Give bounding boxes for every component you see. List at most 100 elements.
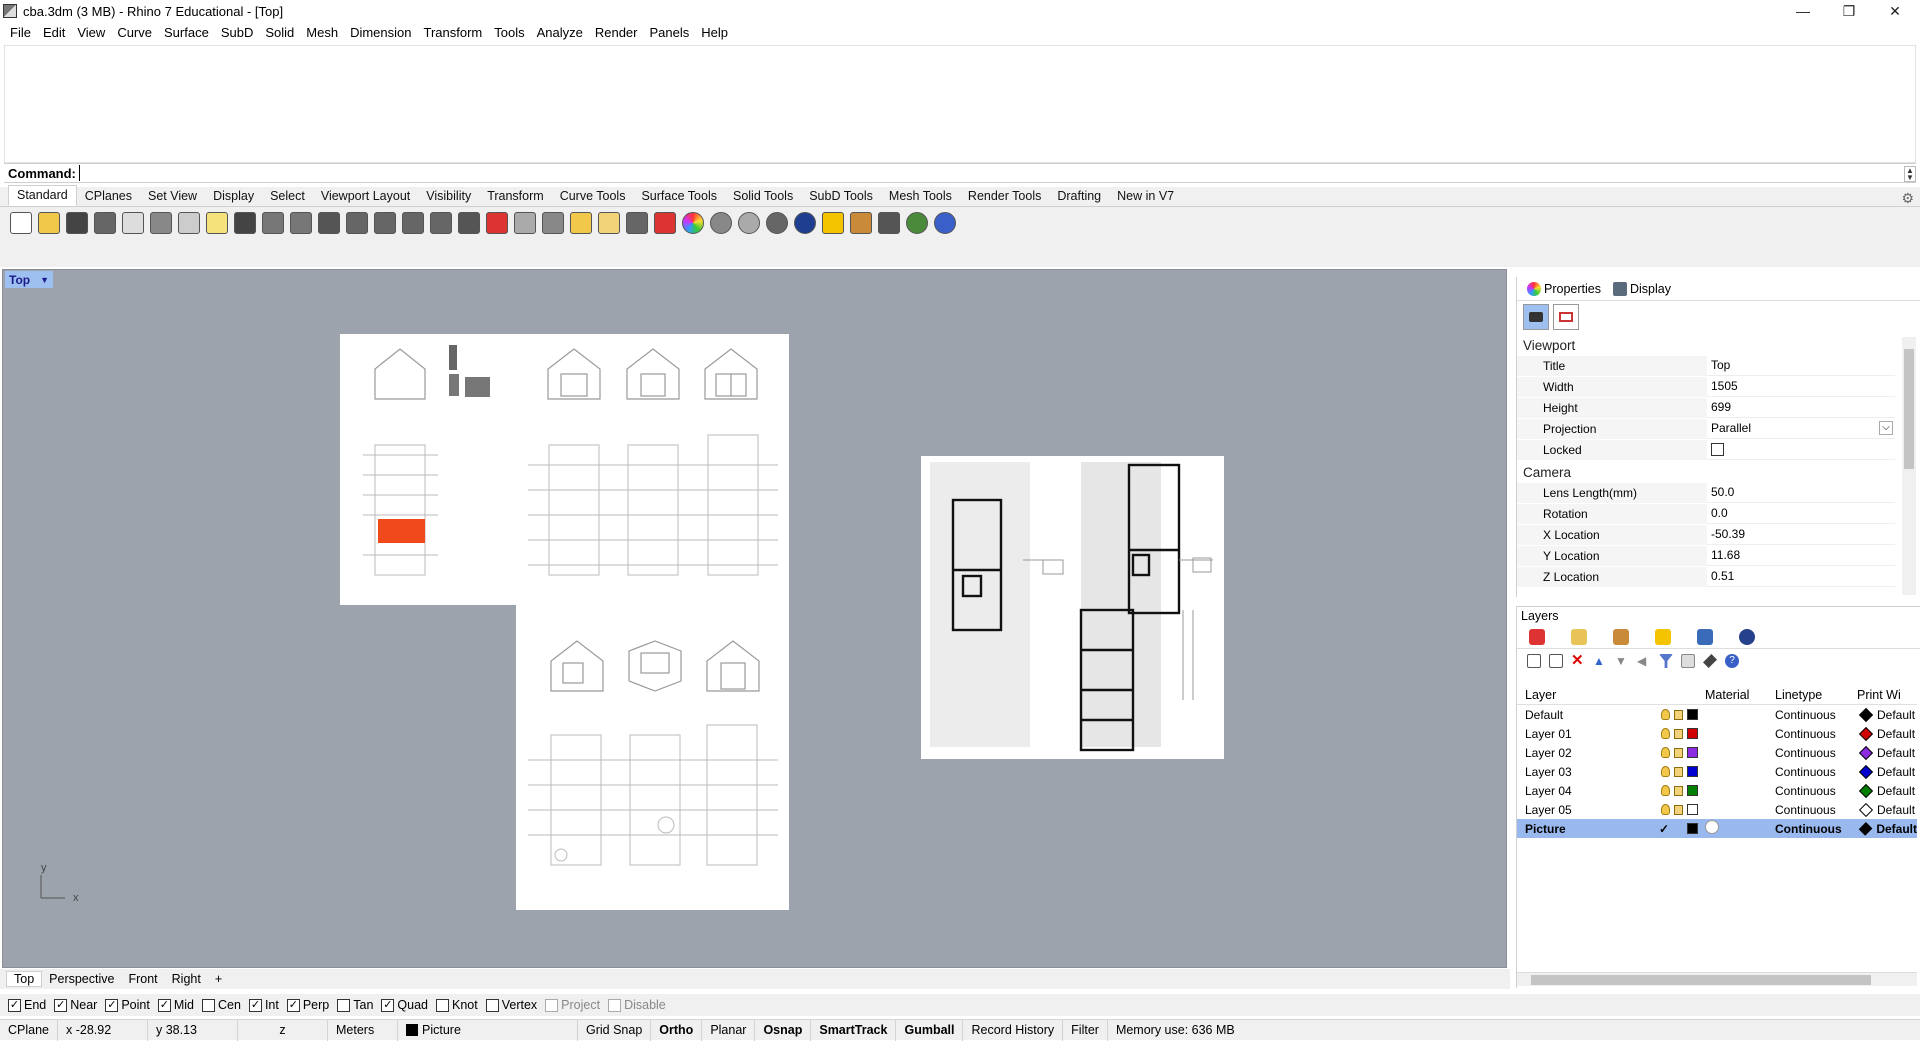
unlock-icon[interactable] <box>1674 747 1683 758</box>
layer-linetype[interactable]: Continuous <box>1771 708 1857 722</box>
layer-color[interactable] <box>1687 728 1701 739</box>
filter-toggle[interactable]: Filter <box>1063 1019 1108 1041</box>
bell-icon[interactable] <box>1655 628 1671 645</box>
menu-curve[interactable]: Curve <box>111 25 158 40</box>
viewport-tab-perspective[interactable]: Perspective <box>42 972 121 986</box>
viewport-tab-front[interactable]: Front <box>121 972 164 986</box>
layer-print-width[interactable]: Default <box>1857 707 1917 722</box>
menu-render[interactable]: Render <box>589 25 644 40</box>
rotate-view-icon[interactable] <box>290 212 312 234</box>
layer-linetype[interactable]: Continuous <box>1771 746 1857 760</box>
layer-row-layer-05[interactable]: Layer 05 Continuous Default <box>1517 800 1917 819</box>
layer-row-default[interactable]: Default Continuous Default <box>1517 705 1917 724</box>
menu-panels[interactable]: Panels <box>643 25 695 40</box>
layer-print-width[interactable]: Default <box>1857 783 1917 798</box>
osnap-near-checkbox[interactable]: ✓ <box>54 998 68 1012</box>
move-up-icon[interactable]: ▲ <box>1593 654 1607 668</box>
menu-view[interactable]: View <box>71 25 111 40</box>
visible-bulb-icon[interactable] <box>1661 728 1670 739</box>
render-layers-icon[interactable] <box>1739 628 1755 645</box>
brush-icon[interactable] <box>1613 628 1629 645</box>
layer-name[interactable]: Layer 02 <box>1517 746 1632 760</box>
layer-print-width[interactable]: Default <box>1857 822 1917 836</box>
move-down-icon[interactable]: ▼ <box>1615 654 1629 668</box>
osnap-int-checkbox[interactable]: ✓ <box>248 998 262 1012</box>
menu-dimension[interactable]: Dimension <box>344 25 417 40</box>
status-current-layer[interactable]: Picture <box>398 1019 578 1041</box>
camera-icon[interactable] <box>1523 304 1549 330</box>
viewport-frame-icon[interactable] <box>1553 304 1579 330</box>
color-wheel-icon[interactable] <box>682 212 704 234</box>
print-width-column-header[interactable]: Print Wi <box>1857 688 1917 702</box>
planar-toggle[interactable]: Planar <box>702 1019 756 1041</box>
layer-color-swatch[interactable] <box>1687 804 1698 815</box>
car-icon[interactable] <box>486 212 508 234</box>
layer-row-layer-03[interactable]: Layer 03 Continuous Default <box>1517 762 1917 781</box>
prop-value-height[interactable]: 699 <box>1707 398 1895 418</box>
command-scroll-arrows[interactable]: ▲ ▼ <box>1904 166 1916 182</box>
current-layer-check-icon[interactable]: ✓ <box>1659 822 1669 836</box>
print-icon[interactable] <box>94 212 116 234</box>
menu-solid[interactable]: Solid <box>259 25 300 40</box>
tab-display[interactable]: Display <box>205 187 262 206</box>
tab-viewport-layout[interactable]: Viewport Layout <box>313 187 418 206</box>
osnap-quad-checkbox[interactable]: ✓ <box>381 998 395 1012</box>
new-icon[interactable] <box>10 212 32 234</box>
menu-tools[interactable]: Tools <box>488 25 530 40</box>
osnap-vertex[interactable]: Vertex <box>485 998 537 1012</box>
layer-color[interactable] <box>1687 823 1701 834</box>
globe-icon[interactable] <box>906 212 928 234</box>
osnap-disable[interactable]: Disable <box>608 998 666 1012</box>
osnap-tan[interactable]: Tan <box>337 998 373 1012</box>
layer-print-width[interactable]: Default <box>1857 745 1917 760</box>
tab-properties[interactable]: Properties <box>1521 281 1607 296</box>
minimize-button[interactable]: — <box>1780 0 1826 22</box>
projection-dropdown-icon[interactable]: ⌵ <box>1879 421 1893 435</box>
layer-color-swatch[interactable] <box>1687 785 1698 796</box>
visible-bulb-icon[interactable] <box>1661 766 1670 777</box>
osnap-knot-checkbox[interactable] <box>436 998 449 1012</box>
layer-name[interactable]: Layer 03 <box>1517 765 1632 779</box>
layer-color-swatch[interactable] <box>1687 747 1698 758</box>
unlock-icon[interactable] <box>1674 766 1683 777</box>
menu-surface[interactable]: Surface <box>158 25 215 40</box>
osnap-perp-checkbox[interactable]: ✓ <box>286 998 300 1012</box>
tab-surface-tools[interactable]: Surface Tools <box>633 187 725 206</box>
smarttrack-toggle[interactable]: SmartTrack <box>811 1019 897 1041</box>
close-button[interactable]: ✕ <box>1872 0 1918 22</box>
cut-icon[interactable] <box>150 212 172 234</box>
layer-linetype[interactable]: Continuous <box>1771 803 1857 817</box>
layer-row-picture[interactable]: Picture ✓ Continuous Default <box>1517 819 1917 838</box>
new-layer-icon[interactable] <box>1527 654 1541 668</box>
options-icon[interactable] <box>850 212 872 234</box>
tab-drafting[interactable]: Drafting <box>1049 187 1109 206</box>
layer-row-layer-02[interactable]: Layer 02 Continuous Default <box>1517 743 1917 762</box>
layers-horizontal-scrollbar[interactable] <box>1517 972 1917 986</box>
layer-linetype[interactable]: Continuous <box>1771 727 1857 741</box>
unlock-icon[interactable] <box>1674 804 1683 815</box>
layer-icon[interactable] <box>654 212 676 234</box>
layer-color-swatch[interactable] <box>1687 728 1698 739</box>
zoom-selected-icon[interactable] <box>402 212 424 234</box>
zoom-extents-icon[interactable] <box>374 212 396 234</box>
layer-linetype[interactable]: Continuous <box>1771 784 1857 798</box>
car-section-icon[interactable] <box>514 212 536 234</box>
tab-cplanes[interactable]: CPlanes <box>77 187 140 206</box>
layer-color-swatch[interactable] <box>1687 709 1698 720</box>
layer-material[interactable] <box>1701 820 1771 837</box>
gumball-toggle[interactable]: Gumball <box>896 1019 964 1041</box>
osnap-project-checkbox[interactable] <box>545 998 559 1012</box>
layer-name[interactable]: Layer 04 <box>1517 784 1632 798</box>
osnap-perp[interactable]: ✓ Perp <box>286 998 329 1012</box>
tab-select[interactable]: Select <box>262 187 313 206</box>
unlock-icon[interactable] <box>1674 709 1683 720</box>
menu-subd[interactable]: SubD <box>215 25 260 40</box>
named-views-icon[interactable] <box>1697 628 1713 645</box>
zoom-all-icon[interactable] <box>430 212 452 234</box>
shaded-sphere-icon[interactable] <box>766 212 788 234</box>
layer-row-layer-04[interactable]: Layer 04 Continuous Default <box>1517 781 1917 800</box>
import-icon[interactable] <box>122 212 144 234</box>
osnap-knot[interactable]: Knot <box>436 998 478 1012</box>
zoom-window-icon[interactable] <box>346 212 368 234</box>
tab-mesh-tools[interactable]: Mesh Tools <box>881 187 960 206</box>
